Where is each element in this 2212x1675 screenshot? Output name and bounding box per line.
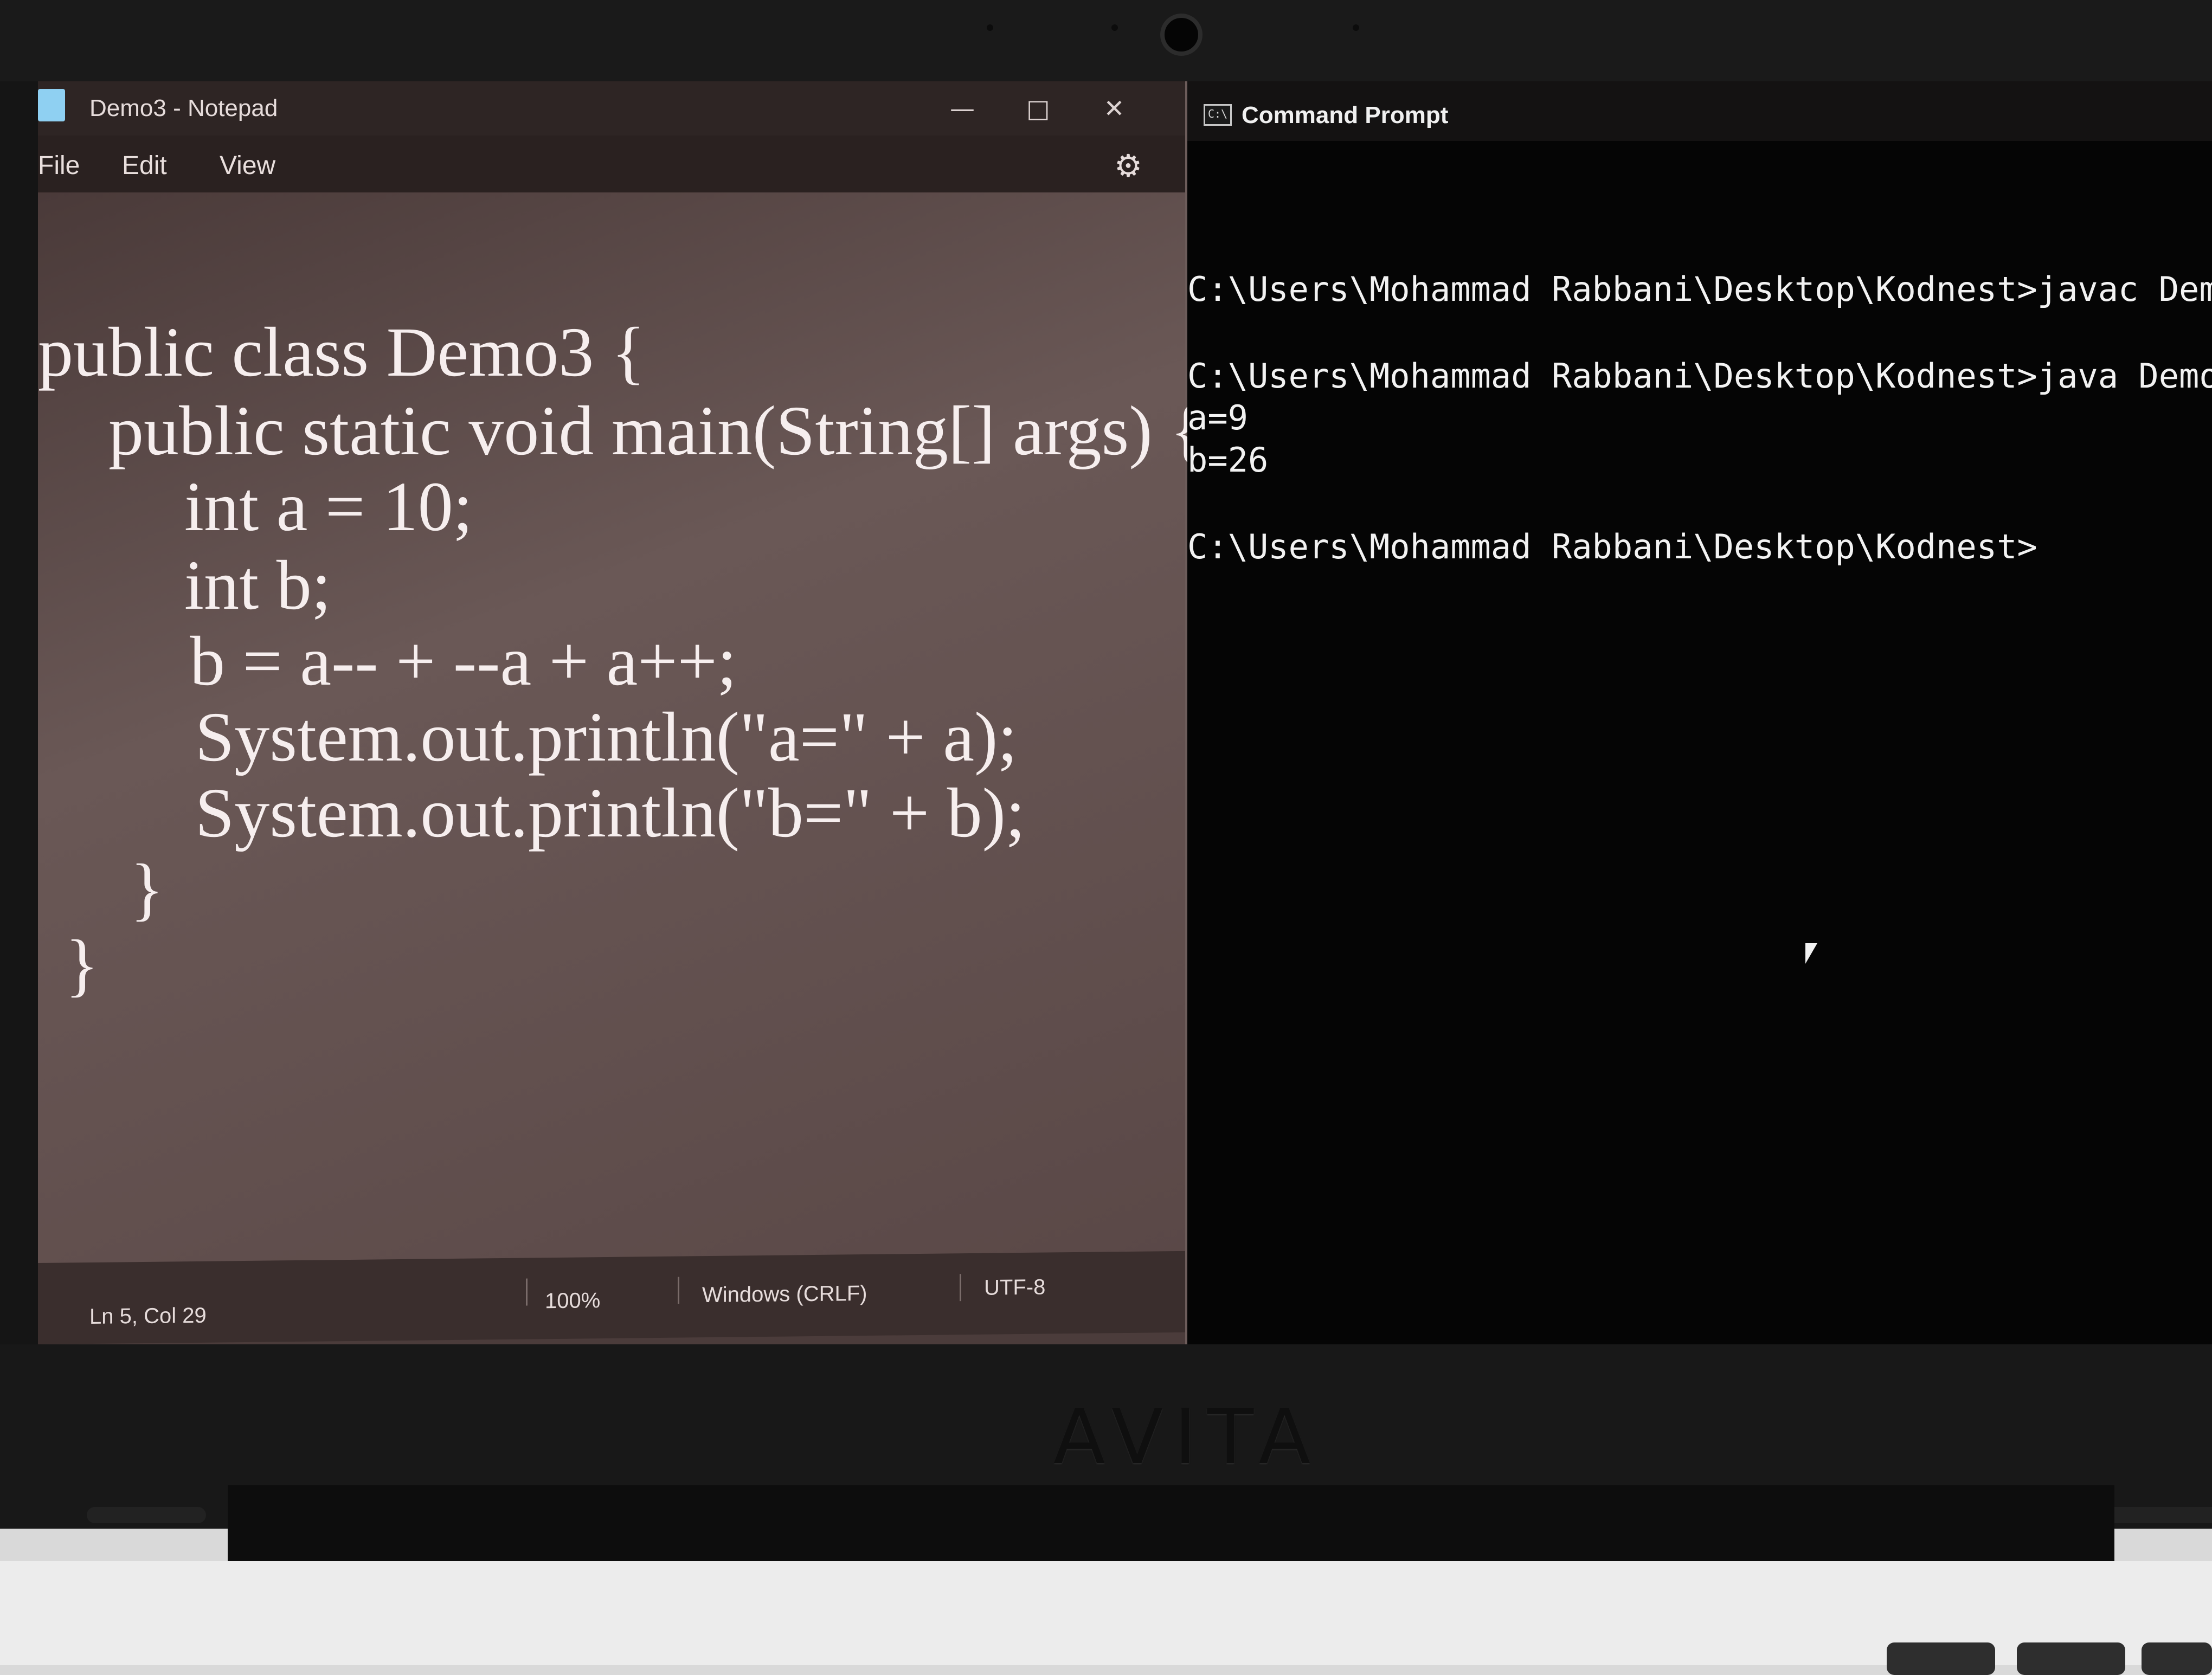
command-prompt-window: C:\ Command Prompt C:\Users\Mohammad Rab… (1187, 81, 2212, 1344)
cmd-console[interactable]: C:\Users\Mohammad Rabbani\Desktop\Kodnes… (1187, 141, 2212, 1344)
code-line: b = a-- + --a + a++; (190, 622, 737, 700)
console-line: C:\Users\Mohammad Rabbani\Desktop\Kodnes… (1187, 527, 2037, 566)
screen: Demo3 - Notepad — □ ✕ File Edit View ⚙ p… (38, 81, 2212, 1350)
sensor-dot (1111, 24, 1118, 31)
code-line: } (65, 926, 99, 1004)
cmd-title: Command Prompt (1242, 102, 1449, 128)
status-divider (526, 1278, 528, 1306)
status-divider (960, 1274, 961, 1302)
notepad-statusbar: Ln 5, Col 29 100% Windows (CRLF) UTF-8 (38, 1251, 1185, 1344)
minimize-button[interactable]: — (933, 87, 992, 130)
console-line: a=9 (1187, 398, 1248, 437)
cursor-position: Ln 5, Col 29 (89, 1303, 207, 1329)
console-line: C:\Users\Mohammad Rabbani\Desktop\Kodnes… (1187, 356, 2212, 396)
laptop-top-bezel (0, 0, 2212, 95)
rubber-bumper (2104, 1507, 2212, 1523)
keyboard-key (2017, 1642, 2125, 1675)
code-line: } (130, 850, 164, 928)
notepad-window: Demo3 - Notepad — □ ✕ File Edit View ⚙ p… (38, 81, 1204, 1344)
keyboard-key (2142, 1642, 2212, 1675)
brand-logo: AVITA (1053, 1393, 1322, 1481)
menu-view[interactable]: View (220, 151, 275, 181)
status-divider (678, 1277, 679, 1304)
code-line: public class Demo3 { (38, 313, 646, 391)
code-line: int b; (184, 546, 331, 624)
maximize-button[interactable]: □ (1008, 87, 1068, 130)
menu-file[interactable]: File (38, 151, 80, 181)
sensor-dot (987, 24, 993, 31)
keyboard-key (1887, 1642, 1995, 1675)
mouse-pointer-icon (1805, 943, 1817, 964)
cmd-app-icon: C:\ (1204, 104, 1232, 126)
notepad-titlebar[interactable]: Demo3 - Notepad — □ ✕ (38, 81, 1185, 136)
close-icon: ✕ (1103, 94, 1125, 123)
close-button[interactable]: ✕ (1084, 87, 1144, 130)
code-line: System.out.println("a=" + a); (195, 698, 1018, 776)
code-line: System.out.println("b=" + b); (195, 774, 1026, 852)
minimize-icon: — (950, 94, 975, 123)
code-line: public static void main(String[] args) { (108, 392, 1204, 470)
code-line: int a = 10; (184, 468, 473, 546)
menu-edit[interactable]: Edit (122, 151, 167, 181)
maximize-icon: □ (1026, 94, 1050, 123)
cmd-titlebar[interactable]: C:\ Command Prompt (1187, 81, 2212, 141)
gear-icon[interactable]: ⚙ (1114, 147, 1142, 184)
console-line: b=26 (1187, 440, 1269, 480)
line-ending: Windows (CRLF) (702, 1281, 867, 1307)
rubber-bumper (87, 1507, 206, 1523)
notepad-editor[interactable]: public class Demo3 { public static void … (38, 192, 1204, 1263)
zoom-level: 100% (545, 1289, 601, 1313)
keyboard-deck (0, 1561, 2212, 1665)
notepad-menubar: File Edit View ⚙ (38, 136, 1185, 192)
notepad-title: Demo3 - Notepad (89, 95, 278, 121)
encoding: UTF-8 (984, 1275, 1046, 1300)
notepad-app-icon (38, 89, 65, 121)
webcam (1160, 14, 1203, 56)
sensor-dot (1353, 24, 1359, 31)
laptop-left-bezel (0, 81, 38, 1399)
console-line: C:\Users\Mohammad Rabbani\Desktop\Kodnes… (1187, 269, 2212, 309)
